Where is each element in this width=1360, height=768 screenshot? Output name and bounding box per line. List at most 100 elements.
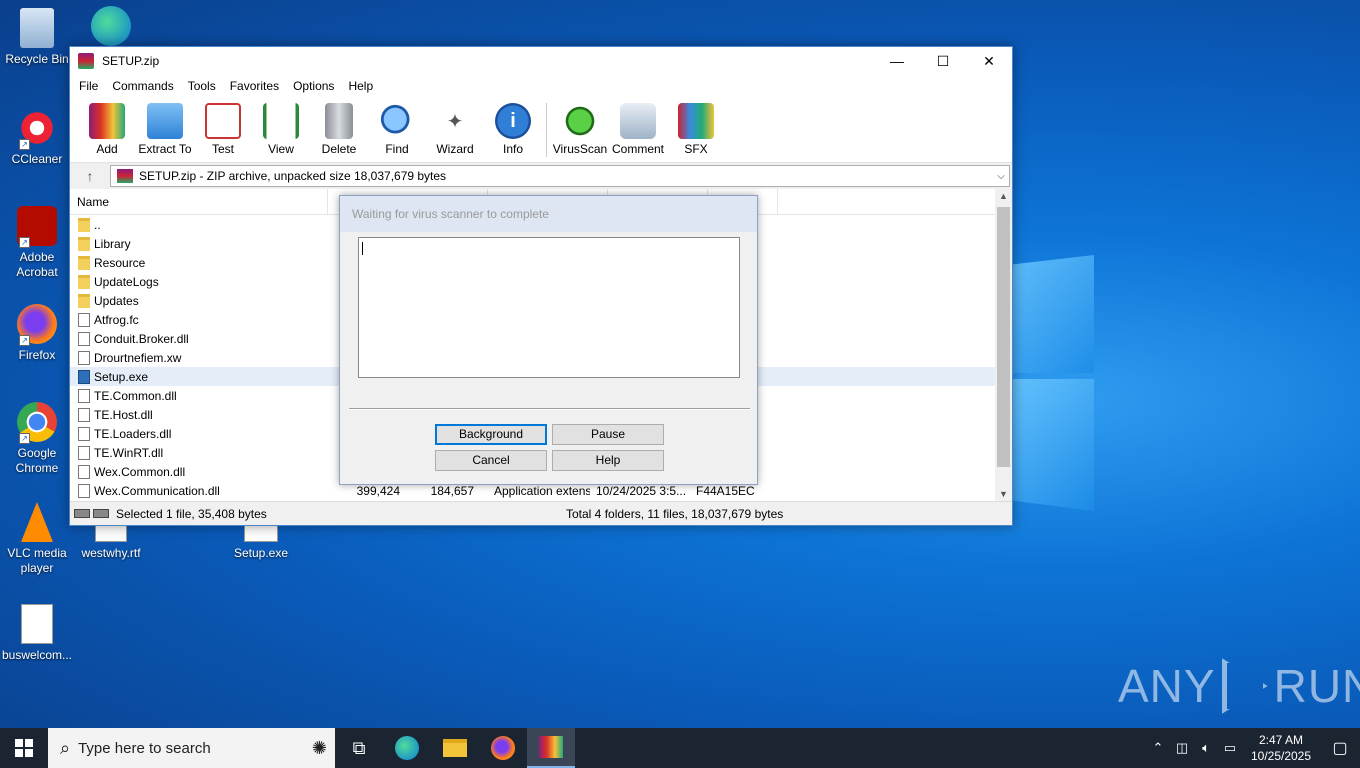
desktop-icon-label: westwhy.rtf	[81, 546, 141, 560]
exe-icon	[78, 369, 90, 384]
delete-button[interactable]: Delete	[310, 97, 368, 156]
minimize-button[interactable]: —	[874, 47, 920, 75]
vertical-scrollbar[interactable]: ▲ ▼	[995, 189, 1012, 501]
volume-icon[interactable]: 🔈︎	[1194, 740, 1218, 756]
toolbar-label: SFX	[684, 142, 708, 156]
desktop-icon-firefox[interactable]: ↗ Firefox	[0, 304, 74, 363]
menu-tools[interactable]: Tools	[181, 79, 223, 93]
edge-taskbar-icon[interactable]	[383, 728, 431, 768]
comment-button[interactable]: Comment	[609, 97, 667, 156]
virusscan-button[interactable]: VirusScan	[551, 97, 609, 156]
start-button[interactable]	[0, 728, 48, 768]
search-placeholder: Type here to search	[78, 739, 211, 757]
desktop-icon-recycle-bin[interactable]: Recycle Bin	[0, 8, 74, 67]
window-title: SETUP.zip	[102, 54, 160, 68]
scanner-output-box[interactable]	[358, 237, 740, 378]
scroll-up-icon[interactable]: ▲	[995, 191, 1012, 201]
desktop-icon-label: buswelcom...	[1, 648, 73, 662]
toolbar-label: Add	[96, 142, 118, 156]
desktop-icon-label: Recycle Bin	[5, 52, 69, 66]
view-button[interactable]: View	[252, 97, 310, 156]
file-icon	[78, 312, 90, 327]
menu-favorites[interactable]: Favorites	[223, 79, 286, 93]
desktop-icon-google-chrome[interactable]: ↗ Google Chrome	[0, 402, 74, 476]
desktop-icon-label: VLC media player	[7, 546, 67, 575]
find-button[interactable]: Find	[368, 97, 426, 156]
cancel-button[interactable]: Cancel	[435, 450, 547, 471]
maximize-button[interactable]: ☐	[920, 47, 966, 75]
toolbar-label: Test	[211, 142, 234, 156]
desktop-icon-adobe-acrobat[interactable]: ↗ Adobe Acrobat	[0, 206, 74, 280]
desktop-icon-vlc[interactable]: VLC media player	[0, 502, 74, 576]
toolbar-label: View	[268, 142, 294, 156]
file-name-cell: UpdateLogs	[70, 274, 328, 289]
info-button[interactable]: i Info	[484, 97, 542, 156]
file-name-cell: Conduit.Broker.dll	[70, 331, 328, 346]
file-name: Setup.exe	[94, 369, 149, 384]
extract-folder-icon	[147, 103, 183, 139]
scroll-thumb[interactable]	[997, 207, 1010, 467]
chrome-icon: ↗	[17, 402, 57, 444]
add-button[interactable]: Add	[78, 97, 136, 156]
address-bar: ↑ SETUP.zip - ZIP archive, unpacked size…	[70, 163, 1012, 189]
status-selection: Selected 1 file, 35,408 bytes	[116, 506, 267, 521]
meet-now-icon[interactable]: ◫	[1170, 740, 1194, 756]
menu-commands[interactable]: Commands	[105, 79, 180, 93]
file-name: ..	[94, 217, 101, 232]
chevron-down-icon[interactable]: ⌵	[993, 171, 1009, 182]
task-view-icon[interactable]: ⧉	[335, 728, 383, 768]
toolbar: Add Extract To Test View Delete Find ✦ Wi…	[70, 97, 1012, 163]
sfx-button[interactable]: SFX	[667, 97, 725, 156]
resize-grip-icon[interactable]	[1000, 508, 1012, 520]
up-arrow-icon[interactable]: ↑	[70, 168, 110, 184]
dialog-title[interactable]: Waiting for virus scanner to complete	[340, 196, 757, 232]
notification-icon[interactable]: ▢	[1320, 738, 1360, 758]
menu-help[interactable]: Help	[341, 79, 380, 93]
toolbar-label: VirusScan	[552, 142, 608, 156]
file-name-cell: TE.Host.dll	[70, 407, 328, 422]
file-explorer-icon[interactable]	[431, 728, 479, 768]
file-type-cell: Application extens...	[494, 483, 590, 498]
dialog-divider	[349, 408, 750, 410]
drive-icon	[74, 509, 90, 518]
menu-options[interactable]: Options	[286, 79, 341, 93]
comment-bubble-icon	[620, 103, 656, 139]
scroll-down-icon[interactable]: ▼	[995, 489, 1012, 499]
file-name-cell: Wex.Communication.dll	[70, 483, 328, 498]
menu-file[interactable]: File	[72, 79, 105, 93]
desktop-icon-buswelcom[interactable]: buswelcom...	[0, 604, 74, 663]
desktop-icon-edge[interactable]	[74, 6, 148, 50]
vlc-icon	[21, 502, 53, 542]
status-bar: Selected 1 file, 35,408 bytes Total 4 fo…	[70, 501, 1012, 525]
chevron-up-icon[interactable]: ⌃	[1146, 740, 1170, 756]
file-name-cell: Wex.Common.dll	[70, 464, 328, 479]
test-button[interactable]: Test	[194, 97, 252, 156]
archive-path-text: SETUP.zip - ZIP archive, unpacked size 1…	[139, 169, 447, 183]
taskbar-search-box[interactable]: ⌕ Type here to search ✺	[48, 728, 335, 768]
desktop-icon-label: Firefox	[18, 348, 56, 362]
network-icon[interactable]: ▭	[1218, 740, 1242, 756]
firefox-taskbar-icon[interactable]	[479, 728, 527, 768]
file-name: Updates	[94, 293, 139, 308]
file-name: Conduit.Broker.dll	[94, 331, 189, 346]
close-button[interactable]: ✕	[966, 47, 1012, 75]
extract-to-button[interactable]: Extract To	[136, 97, 194, 156]
winrar-taskbar-icon[interactable]	[527, 728, 575, 768]
taskbar-clock[interactable]: 2:47 AM 10/25/2025	[1242, 732, 1320, 764]
title-bar[interactable]: SETUP.zip — ☐ ✕	[70, 47, 1012, 75]
desktop-icon-ccleaner[interactable]: ↗ CCleaner	[0, 108, 74, 167]
help-button[interactable]: Help	[552, 450, 664, 471]
file-name: UpdateLogs	[94, 274, 159, 289]
archive-path-field[interactable]: SETUP.zip - ZIP archive, unpacked size 1…	[110, 165, 1010, 187]
dll-icon	[78, 483, 90, 498]
column-header-name[interactable]: Name	[70, 188, 328, 215]
watermark-right-text: RUN	[1273, 660, 1360, 712]
shortcut-arrow-icon: ↗	[19, 335, 30, 346]
search-highlight-icon[interactable]: ✺	[312, 738, 327, 759]
pause-button[interactable]: Pause	[552, 424, 664, 445]
acrobat-icon: ↗	[17, 206, 57, 248]
system-tray: ⌃ ◫ 🔈︎ ▭ 2:47 AM 10/25/2025 ▢	[1146, 732, 1360, 764]
background-button[interactable]: Background	[435, 424, 547, 445]
file-name-cell: TE.WinRT.dll	[70, 445, 328, 460]
wizard-button[interactable]: ✦ Wizard	[426, 97, 484, 157]
